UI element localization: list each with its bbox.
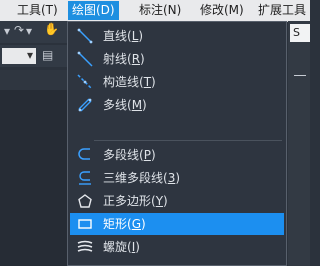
3d-polyline-icon xyxy=(79,171,91,185)
menu-item-label: 正多边形(Y) xyxy=(103,194,168,208)
redo-icon[interactable]: ↷ xyxy=(14,23,24,37)
polyline-icon xyxy=(78,148,90,160)
pan-hand-icon[interactable]: ✋ xyxy=(44,22,59,36)
ray-icon xyxy=(77,51,93,67)
draw-menu: 直线(L) 射线(R) 构造线(T) 多线(M) 多段线(P) 三维多段线(3)… xyxy=(67,21,287,266)
dash-icon xyxy=(294,75,306,76)
menu-draw[interactable]: 绘图(D) xyxy=(68,1,119,20)
menu-bar: 工具(T) 绘图(D) 标注(N) 修改(M) 扩展工具 xyxy=(0,0,310,22)
menu-item-construction-line[interactable]: 构造线(T) xyxy=(70,71,284,93)
right-toolbar: S xyxy=(288,21,310,266)
menu-modify[interactable]: 修改(M) xyxy=(200,2,244,19)
menu-item-rectangle[interactable]: 矩形(G) xyxy=(70,213,284,235)
menu-item-label: 直线(L) xyxy=(103,29,144,43)
menu-item-label: 三维多段线(3) xyxy=(103,171,181,185)
menu-tools[interactable]: 工具(T) xyxy=(17,2,58,19)
chevron-down-icon[interactable]: ▾ xyxy=(4,24,10,38)
layer-properties-icon[interactable]: ▤ xyxy=(42,48,53,62)
chevron-down-icon[interactable]: ▾ xyxy=(26,24,32,38)
menu-item-line[interactable]: 直线(L) xyxy=(70,25,284,47)
menu-item-label: 多段线(P) xyxy=(103,148,156,162)
construction-line-icon xyxy=(77,74,93,90)
menu-item-polygon[interactable]: 正多边形(Y) xyxy=(70,190,284,212)
drawing-area[interactable] xyxy=(0,90,68,266)
toolbar-row-1: ▾ ↷ ▾ ✋ xyxy=(0,21,68,43)
menu-item-label: 螺旋(I) xyxy=(103,240,140,254)
chevron-down-icon[interactable]: ▾ xyxy=(27,48,33,62)
menu-item-helix[interactable]: 螺旋(I) xyxy=(70,236,284,258)
polygon-icon xyxy=(78,194,92,208)
menu-item-label: 矩形(G) xyxy=(103,217,146,231)
menu-item-label: 多线(M) xyxy=(103,98,147,112)
menu-dimension[interactable]: 标注(N) xyxy=(139,2,181,19)
menu-item-3d-polyline[interactable]: 三维多段线(3) xyxy=(70,167,284,189)
rectangle-icon xyxy=(78,219,92,229)
line-icon xyxy=(77,28,93,44)
menu-item-polyline[interactable]: 多段线(P) xyxy=(70,144,284,166)
menu-item-label: 射线(R) xyxy=(103,52,145,66)
menu-item-ray[interactable]: 射线(R) xyxy=(70,48,284,70)
menu-item-label: 构造线(T) xyxy=(103,75,156,89)
menu-extend-tools[interactable]: 扩展工具 xyxy=(258,2,306,19)
style-dropdown[interactable]: S xyxy=(290,24,310,42)
toolbar-row-3 xyxy=(0,70,68,90)
toolbar-row-2: ▾ ▤ xyxy=(0,45,68,67)
menu-separator xyxy=(94,140,282,141)
menu-item-multiline[interactable]: 多线(M) xyxy=(70,94,284,116)
helix-icon xyxy=(77,240,93,252)
multiline-icon xyxy=(78,98,92,112)
